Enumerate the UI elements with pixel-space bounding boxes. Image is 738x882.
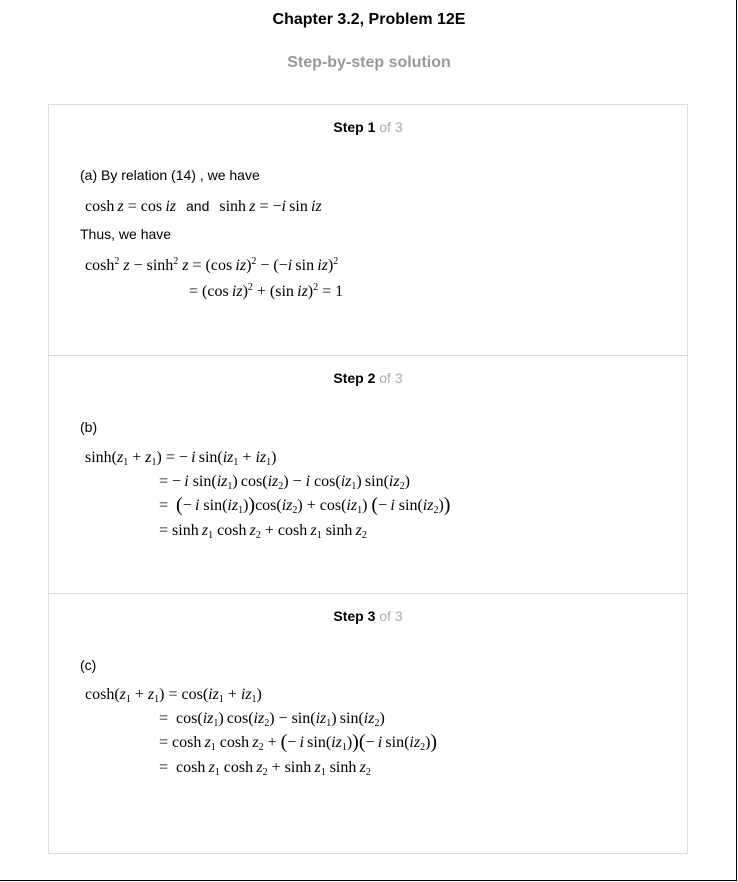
step-1-identities: cosh z = cos iz and sinh z = −i sin iz	[85, 198, 322, 215]
step-1-equation-line-1: cosh2 z − sinh2 z = (cos iz)2 − (−i sin …	[85, 256, 339, 275]
solution-subtitle: Step-by-step solution	[287, 54, 451, 71]
step-total: of 3	[379, 370, 403, 386]
step-2-equation-line-3: = (− i sin(iz1))cos(iz2) + cos(iz1) (− i…	[159, 494, 451, 516]
step-2-header: Step 2 of 3	[49, 370, 687, 386]
step-3-intro: (c)	[80, 657, 97, 673]
page-title: Chapter 3.2, Problem 12E	[272, 11, 466, 28]
solution-steps: Step 1 of 3 (a) By relation (14) , we ha…	[48, 104, 688, 854]
step-number: Step 3	[333, 608, 376, 624]
step-3-equation-line-2: = cos(iz1) cos(iz2) − sin(iz1) sin(iz2)	[159, 710, 385, 729]
step-total: of 3	[379, 119, 403, 135]
step-1-header: Step 1 of 3	[49, 119, 687, 135]
step-1: Step 1 of 3 (a) By relation (14) , we ha…	[49, 105, 687, 355]
step-2: Step 2 of 3 (b) sinh(z1 + z1) = − i sin(…	[49, 355, 687, 594]
step-3-equation-line-3: = cosh z1 cosh z2 + (− i sin(iz1))(− i s…	[159, 731, 438, 753]
step-2-equation-line-4: = sinh z1 cosh z2 + cosh z1 sinh z2	[159, 522, 367, 541]
step-1-equation-line-2: = (cos iz)2 + (sin iz)2 = 1	[189, 282, 344, 301]
step-total: of 3	[379, 608, 403, 624]
step-1-thus: Thus, we have	[80, 226, 172, 242]
step-2-intro: (b)	[80, 419, 98, 435]
step-number: Step 1	[333, 119, 376, 135]
step-2-equation-line-2: = − i sin(iz1) cos(iz2) − i cos(iz1) sin…	[159, 473, 410, 492]
and-connector: and	[186, 198, 210, 214]
step-number: Step 2	[333, 370, 376, 386]
step-3: Step 3 of 3 (c) cosh(z1 + z1) = cos(iz1 …	[49, 593, 687, 854]
step-1-intro: (a) By relation (14) , we have	[80, 167, 260, 183]
step-3-header: Step 3 of 3	[49, 608, 687, 624]
step-2-equation-line-1: sinh(z1 + z1) = − i sin(iz1 + iz1)	[85, 449, 277, 468]
step-3-equation-line-1: cosh(z1 + z1) = cos(iz1 + iz1)	[85, 686, 262, 705]
step-3-equation-line-4: = cosh z1 cosh z2 + sinh z1 sinh z2	[159, 759, 371, 778]
